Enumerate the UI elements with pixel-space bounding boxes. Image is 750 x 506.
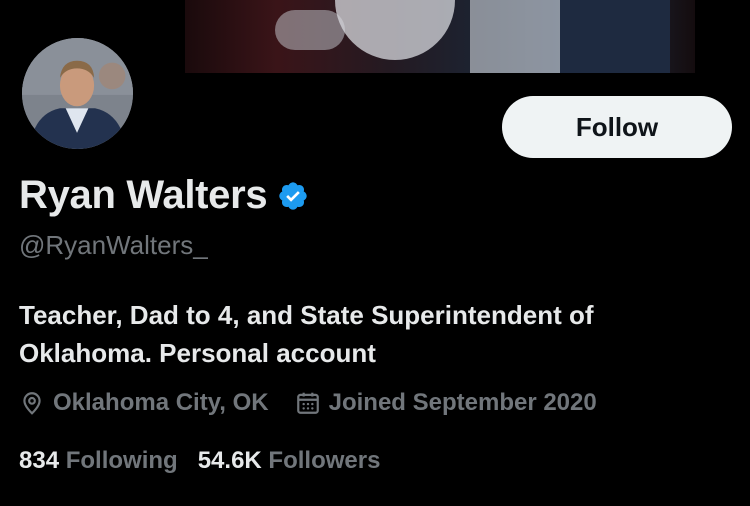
avatar[interactable] <box>19 35 136 152</box>
avatar-photo <box>22 38 133 149</box>
profile-handle: @RyanWalters_ <box>19 230 208 260</box>
profile-name: Ryan Walters <box>19 173 268 217</box>
joined-item: Joined September 2020 <box>295 389 597 417</box>
bio-line: Teacher, Dad to 4, and State Superintend… <box>19 300 594 330</box>
bio-line: Oklahoma. Personal account <box>19 338 376 368</box>
joined-text: Joined September 2020 <box>328 389 597 416</box>
calendar-icon <box>296 392 319 414</box>
location-item: Oklahoma City, OK <box>19 389 269 417</box>
location-pin-icon <box>23 392 41 415</box>
following-count: 834 <box>19 447 60 474</box>
location-text: Oklahoma City, OK <box>53 389 269 416</box>
profile-stats: 834 Following 54.6K Followers <box>19 447 400 475</box>
followers-count: 54.6K <box>197 447 262 474</box>
profile-bio: Teacher, Dad to 4, and State Superintend… <box>19 296 719 372</box>
verified-badge-icon[interactable] <box>277 180 309 212</box>
banner-photo <box>185 0 695 73</box>
followers-link[interactable]: 54.6K Followers <box>198 447 381 475</box>
following-link[interactable]: 834 Following <box>19 447 178 475</box>
profile-meta: Oklahoma City, OK Joined September 2020 <box>19 389 623 417</box>
followers-label: Followers <box>268 447 381 474</box>
follow-button[interactable]: Follow <box>502 96 732 158</box>
profile-name-row: Ryan Walters <box>19 173 309 218</box>
following-label: Following <box>65 447 178 474</box>
